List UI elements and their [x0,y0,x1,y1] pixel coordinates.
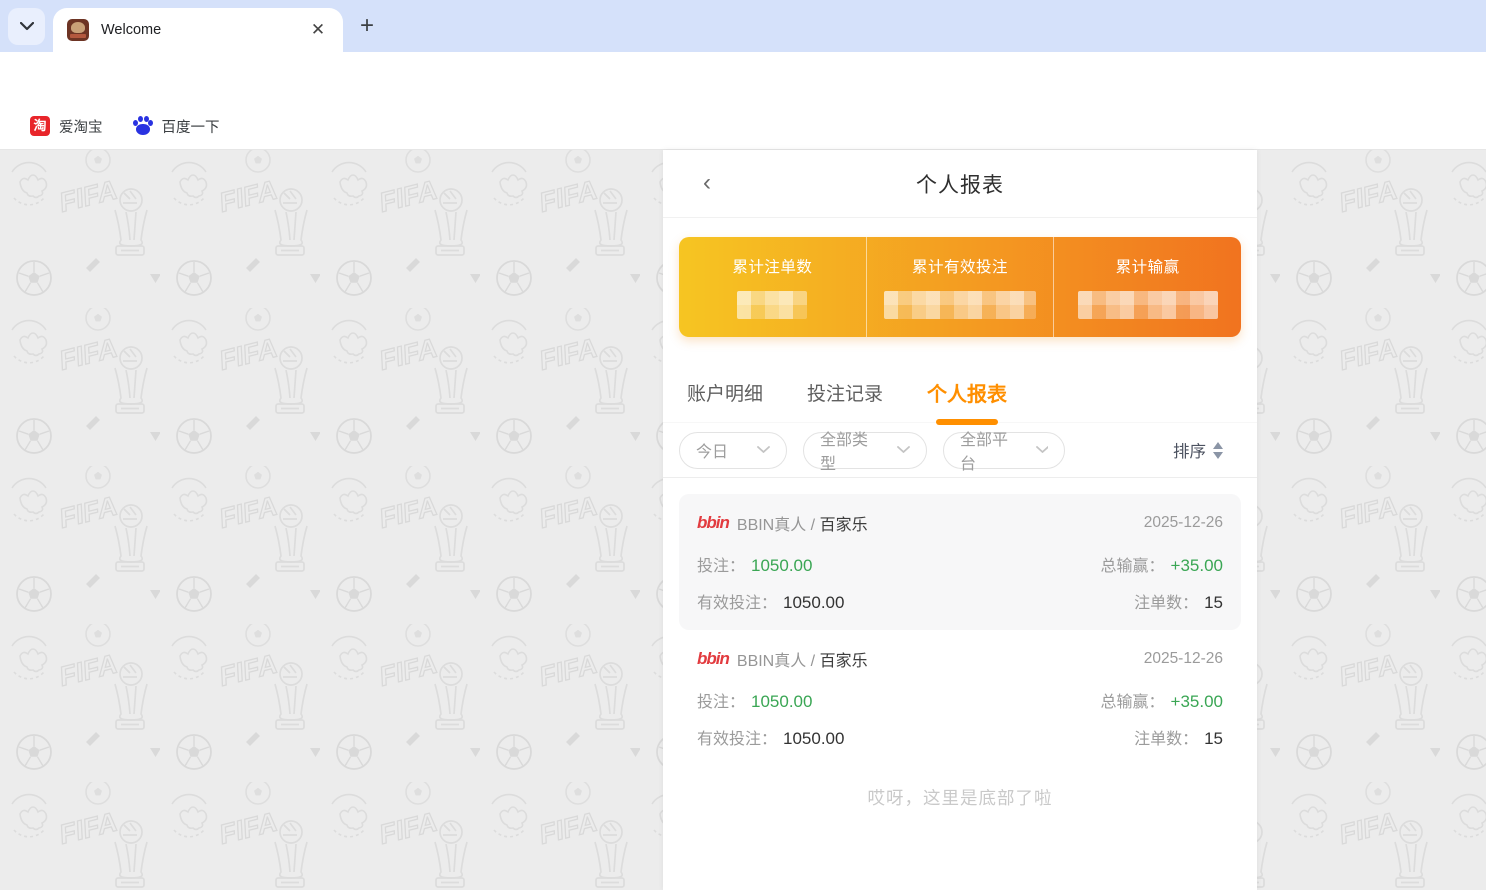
taobao-icon: 淘 [30,116,50,136]
page-header: ‹ 个人报表 [663,150,1257,218]
bbin-logo: bbin [697,649,729,669]
bookmark-aitaobao[interactable]: 淘 爱淘宝 [30,116,103,137]
order-count-label: 注单数： [1134,589,1198,613]
chevron-down-icon [20,22,34,31]
browser-tab[interactable]: Welcome ✕ [53,8,343,52]
report-record-row[interactable]: bbin BBIN真人 / 百家乐 2025-12-26 投注： 1050.00… [679,494,1241,630]
bookmark-label: 爱淘宝 [59,116,103,137]
tab-label: 个人报表 [927,384,1007,406]
summary-label: 累计有效投注 [912,255,1008,277]
tab-personal-report[interactable]: 个人报表 [927,378,1007,409]
valid-bet-value: 1050.00 [783,729,844,749]
winloss-value: +35.00 [1171,556,1223,576]
provider-name: BBIN真人 / [737,511,815,535]
summary-valid-bets: 累计有效投注 [866,237,1054,337]
summary-total-orders: 累计注单数 [679,237,866,337]
order-count-label: 注单数： [1134,725,1198,749]
bet-label: 投注： [697,688,745,712]
winloss-value: +35.00 [1171,692,1223,712]
record-date: 2025-12-26 [1144,514,1223,532]
report-record-row[interactable]: bbin BBIN真人 / 百家乐 2025-12-26 投注： 1050.00… [679,630,1241,766]
summary-label: 累计输赢 [1116,255,1180,277]
chevron-down-icon [897,446,910,454]
bbin-logo: bbin [697,513,729,533]
platform-filter-dropdown[interactable]: 全部平台 [943,432,1065,469]
sort-control[interactable]: 排序 [1173,438,1223,462]
browser-toolbar: 175616.cc/reports/index?tab=1 [0,52,1486,103]
bottom-reached-text: 哎呀，这里是底部了啦 [663,785,1257,810]
summary-card: 累计注单数 累计有效投注 累计输赢 [679,237,1241,337]
censored-value [1078,291,1218,319]
bet-value: 1050.00 [751,692,812,712]
filter-label: 今日 [696,438,728,462]
tab-account-detail[interactable]: 账户明细 [687,379,763,408]
bookmark-label: 百度一下 [162,116,220,137]
tab-title: Welcome [101,22,307,38]
tab-bet-records[interactable]: 投注记录 [807,379,883,408]
game-name: 百家乐 [820,647,868,671]
winloss-label: 总输赢： [1101,552,1165,576]
report-tabs: 账户明细 投注记录 个人报表 [663,365,1257,423]
back-chevron-button[interactable]: ‹ [693,170,721,198]
date-filter-dropdown[interactable]: 今日 [679,432,787,469]
bookmark-baidu[interactable]: 百度一下 [133,116,220,137]
valid-bet-value: 1050.00 [783,593,844,613]
valid-bet-label: 有效投注： [697,725,777,749]
summary-winloss: 累计输赢 [1053,237,1241,337]
new-tab-button[interactable]: + [352,12,382,42]
valid-bet-label: 有效投注： [697,589,777,613]
tab-close-icon[interactable]: ✕ [307,19,329,41]
filter-label: 全部类型 [820,426,883,474]
bookmarks-bar: 淘 爱淘宝 百度一下 [0,103,1486,150]
order-count-value: 15 [1204,729,1223,749]
chevron-down-icon [757,446,770,454]
censored-value [884,291,1036,319]
sort-arrows-icon [1213,442,1223,459]
sort-label: 排序 [1173,438,1206,462]
site-favicon [67,19,89,41]
filter-label: 全部平台 [960,426,1022,474]
browser-tab-strip: Welcome ✕ + [0,0,1486,52]
censored-value [737,291,807,319]
baidu-paw-icon [133,116,153,136]
chevron-down-icon [1036,446,1048,454]
game-name: 百家乐 [820,511,868,535]
bet-value: 1050.00 [751,556,812,576]
provider-name: BBIN真人 / [737,647,815,671]
tab-search-button[interactable] [8,8,45,45]
summary-label: 累计注单数 [732,255,812,277]
page-title: 个人报表 [916,169,1004,199]
report-panel: ‹ 个人报表 累计注单数 累计有效投注 累计输赢 账户明细 投注记录 个人报表 [663,150,1257,890]
type-filter-dropdown[interactable]: 全部类型 [803,432,927,469]
filter-bar: 今日 全部类型 全部平台 排序 [663,423,1257,478]
page-background: FIFA [0,150,1486,890]
order-count-value: 15 [1204,593,1223,613]
record-date: 2025-12-26 [1144,650,1223,668]
bet-label: 投注： [697,552,745,576]
winloss-label: 总输赢： [1101,688,1165,712]
